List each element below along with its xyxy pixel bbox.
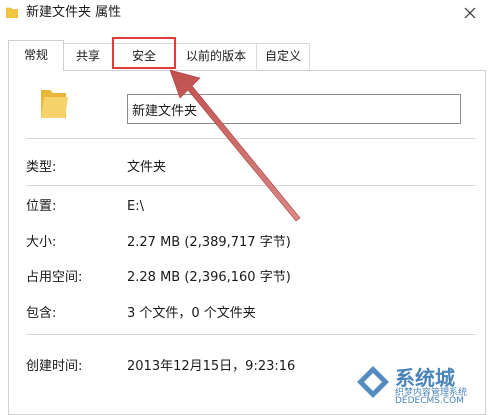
tab-previous-versions[interactable]: 以前的版本 [175, 43, 257, 69]
windows-logo-icon [357, 366, 389, 398]
highlight-box [112, 37, 176, 69]
divider [26, 185, 476, 186]
contains-label: 包含: [26, 306, 57, 321]
divider [26, 138, 476, 139]
size-label: 大小: [26, 235, 57, 250]
folder-icon [41, 90, 68, 118]
tab-general[interactable]: 常规 [8, 40, 64, 71]
size-on-disk-label: 占用空间: [26, 270, 83, 285]
location-label: 位置: [26, 199, 57, 214]
location-value: E:\ [127, 199, 144, 214]
watermark-url: DEDECMS.COM [395, 396, 464, 406]
tab-customize[interactable]: 自定义 [256, 43, 310, 69]
created-value: 2013年12月15日，9:23:16 [127, 359, 296, 374]
watermark: 系统城 织梦内容管理系统 DEDECMS.COM [355, 360, 495, 408]
properties-dialog: 新建文件夹 属性 常规 共享 安全 以前的版本 自定义 类型: 文件夹 位置: … [0, 0, 500, 415]
close-icon [464, 7, 476, 19]
type-value: 文件夹 [127, 160, 167, 175]
divider [26, 334, 476, 335]
tab-strip: 常规 共享 安全 以前的版本 自定义 [0, 40, 500, 71]
contains-value: 3 个文件，0 个文件夹 [127, 306, 256, 321]
size-on-disk-value: 2.28 MB (2,396,160 字节) [127, 270, 291, 285]
type-label: 类型: [26, 160, 57, 175]
folder-name-input[interactable] [127, 94, 461, 124]
created-label: 创建时间: [26, 359, 83, 374]
window-title: 新建文件夹 属性 [26, 5, 122, 20]
title-bar: 新建文件夹 属性 [0, 0, 500, 30]
folder-icon [6, 7, 18, 18]
tab-share[interactable]: 共享 [63, 43, 113, 69]
size-value: 2.27 MB (2,389,717 字节) [127, 235, 291, 250]
close-button[interactable] [456, 0, 484, 26]
